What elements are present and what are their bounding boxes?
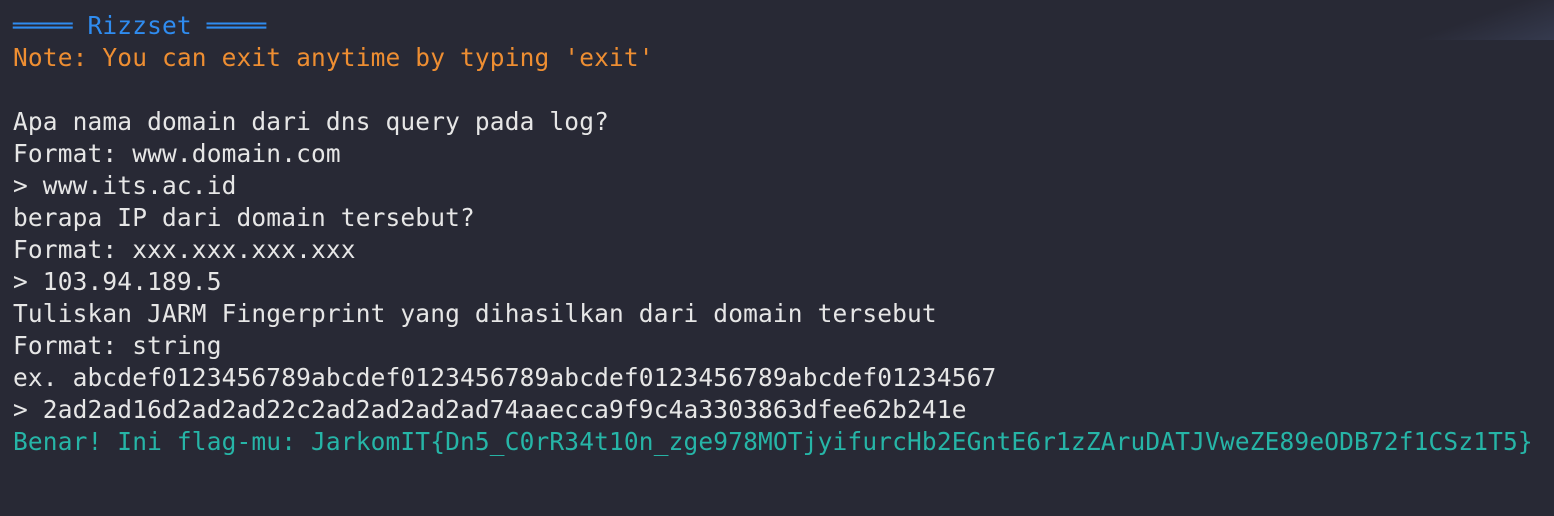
terminal-window[interactable]: ════ Rizzset ════ Note: You can exit any… <box>0 0 1554 516</box>
answer-ip: > 103.94.189.5 <box>13 267 222 296</box>
question-jarm: Tuliskan JARM Fingerprint yang dihasilka… <box>13 299 937 328</box>
question-jarm-example: ex. abcdef0123456789abcdef0123456789abcd… <box>13 363 997 392</box>
banner-header: ════ Rizzset ════ <box>13 11 267 40</box>
question-jarm-format: Format: string <box>13 331 222 360</box>
exit-note: Note: You can exit anytime by typing 'ex… <box>13 43 654 72</box>
question-ip: berapa IP dari domain tersebut? <box>13 203 475 232</box>
flag-result: Benar! Ini flag-mu: JarkomIT{Dn5_C0rR34t… <box>13 427 1533 456</box>
question-ip-format: Format: xxx.xxx.xxx.xxx <box>13 235 356 264</box>
answer-jarm: > 2ad2ad16d2ad2ad22c2ad2ad2ad2ad74aaecca… <box>13 395 967 424</box>
question-domain-format: Format: www.domain.com <box>13 139 341 168</box>
terminal-output: ════ Rizzset ════ Note: You can exit any… <box>13 10 1544 458</box>
question-domain: Apa nama domain dari dns query pada log? <box>13 107 610 136</box>
answer-domain: > www.its.ac.id <box>13 171 237 200</box>
